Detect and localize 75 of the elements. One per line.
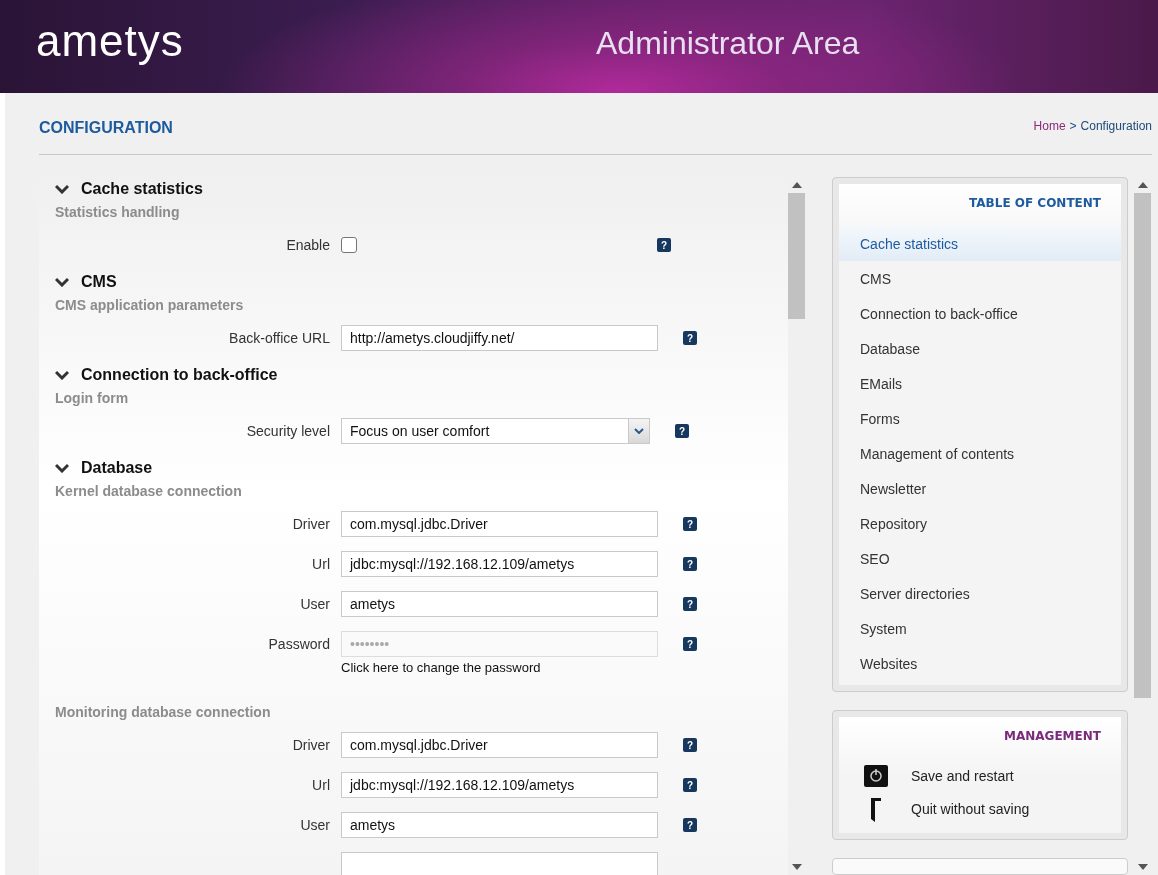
group-title: Kernel database connection — [55, 483, 243, 499]
area-title: Administrator Area — [596, 25, 860, 62]
scrollbar-thumb[interactable] — [1134, 193, 1151, 698]
help-icon[interactable]: ? — [675, 424, 689, 438]
help-icon[interactable]: ? — [683, 738, 697, 752]
group-title: Statistics handling — [55, 204, 181, 220]
toc-item[interactable]: Server directories — [839, 576, 1121, 611]
panel-title: TABLE OF CONTENT — [968, 195, 1102, 212]
toc-item[interactable]: Connection to back-office — [839, 296, 1121, 331]
scroll-up-icon[interactable] — [1137, 182, 1148, 188]
chevron-icon[interactable] — [55, 370, 69, 380]
section-title: Database — [81, 459, 153, 477]
logo: ametys — [36, 15, 185, 66]
caret-icon[interactable] — [634, 428, 644, 434]
scroll-down-icon[interactable] — [791, 864, 802, 870]
breadcrumb-link[interactable]: Home — [1033, 118, 1066, 133]
field-label: Url — [311, 556, 331, 572]
action-link[interactable]: Save and restart — [911, 767, 1014, 784]
field-label: User — [299, 596, 331, 612]
power-icon — [863, 763, 889, 788]
chevron-icon[interactable] — [55, 277, 69, 287]
help-icon[interactable]: ? — [683, 331, 697, 345]
dropdown[interactable]: Focus on user comfort — [341, 418, 650, 444]
help-icon[interactable]: ? — [683, 778, 697, 792]
field-label: Security level — [245, 423, 331, 439]
group-title: Monitoring database connection — [55, 704, 272, 720]
field-label: Url — [311, 777, 331, 793]
help-icon[interactable]: ? — [657, 238, 671, 252]
toc-item[interactable]: Cache statistics — [839, 226, 1121, 261]
field-label: Password — [267, 636, 331, 652]
text-field[interactable]: jdbc:mysql://192.168.12.109/ametys — [341, 772, 658, 798]
chevron-icon[interactable] — [55, 184, 69, 194]
section-title: Cache statistics — [81, 180, 203, 198]
toc-item[interactable]: EMails — [839, 366, 1121, 401]
toc-item[interactable]: Repository — [839, 506, 1121, 541]
section-title: Connection to back-office — [81, 366, 278, 384]
toc-item[interactable]: Newsletter — [839, 471, 1121, 506]
field-label: Driver — [291, 737, 331, 753]
toc-item[interactable]: Websites — [839, 646, 1121, 681]
toc-item[interactable]: CMS — [839, 261, 1121, 296]
help-icon[interactable]: ? — [683, 637, 697, 651]
toc-item[interactable]: Forms — [839, 401, 1121, 436]
scroll-down-icon[interactable] — [1137, 864, 1148, 870]
chevron-icon[interactable] — [55, 463, 69, 473]
text-field[interactable]: com.mysql.jdbc.Driver — [341, 511, 658, 537]
breadcrumb-current: Configuration — [1080, 118, 1152, 133]
text-field[interactable]: com.mysql.jdbc.Driver — [341, 732, 658, 758]
action-link[interactable]: Quit without saving — [911, 800, 1030, 817]
toc-item[interactable]: Database — [839, 331, 1121, 366]
toc-item[interactable]: Management of contents — [839, 436, 1121, 471]
field-label: Driver — [291, 516, 331, 532]
change-password-link[interactable]: Click here to change the password — [341, 660, 541, 675]
text-field[interactable]: ametys — [341, 591, 658, 617]
scroll-up-icon[interactable] — [791, 182, 802, 188]
help-icon[interactable]: ? — [683, 597, 697, 611]
field-label: Enable — [285, 237, 331, 253]
toc-item[interactable]: System — [839, 611, 1121, 646]
page-title: CONFIGURATION — [39, 118, 173, 137]
checkbox[interactable] — [341, 237, 357, 253]
breadcrumb-separator: > — [1069, 118, 1077, 133]
panel-title: MANAGEMENT — [1003, 728, 1102, 745]
section-title: CMS — [81, 273, 117, 291]
help-icon[interactable]: ? — [683, 818, 697, 832]
help-icon[interactable]: ? — [683, 517, 697, 531]
group-title: Login form — [55, 390, 130, 406]
field-label: User — [299, 817, 331, 833]
text-field[interactable]: http://ametys.cloudjiffy.net/ — [341, 325, 658, 351]
text-field[interactable] — [341, 852, 658, 875]
text-field[interactable]: ametys — [341, 812, 658, 838]
group-title: CMS application parameters — [55, 297, 245, 313]
toc-item[interactable]: SEO — [839, 541, 1121, 576]
scrollbar-thumb[interactable] — [788, 193, 805, 319]
text-field[interactable]: jdbc:mysql://192.168.12.109/ametys — [341, 551, 658, 577]
field-label: Back-office URL — [228, 330, 331, 346]
help-icon[interactable]: ? — [683, 557, 697, 571]
